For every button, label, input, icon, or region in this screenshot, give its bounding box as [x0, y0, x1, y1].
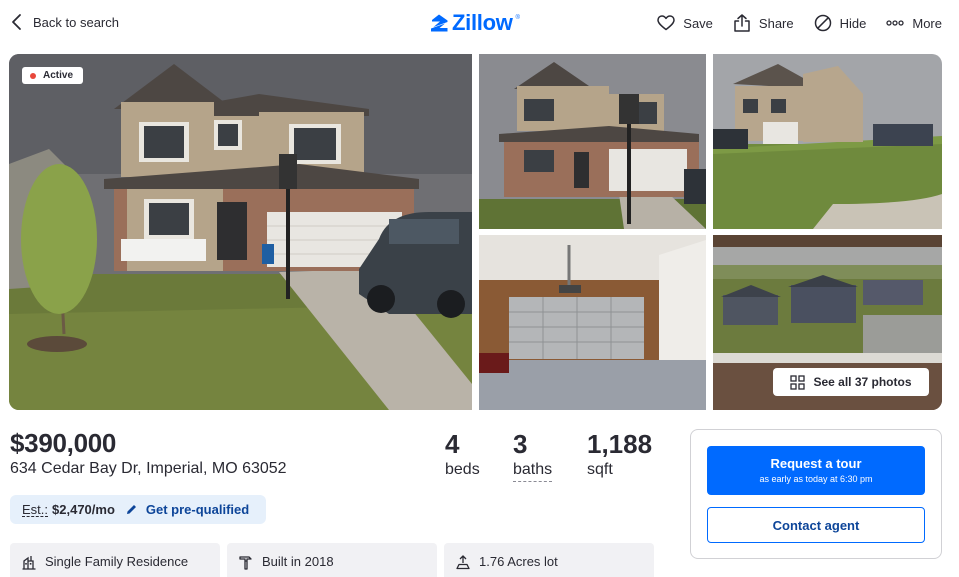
main-photo[interactable]: Active [9, 54, 472, 410]
photo-thumbnail-1[interactable] [479, 54, 706, 229]
sqft-label: sqft [587, 461, 613, 478]
zillow-logo-icon [431, 14, 448, 32]
top-bar: Back to search Zillow ® Save Share Hide … [0, 0, 959, 48]
home-type-label: Single Family Residence [45, 554, 189, 569]
baths-fact[interactable]: 3 baths [513, 429, 553, 482]
chip-year-built: Built in 2018 [227, 543, 437, 577]
monthly-estimate: Est.: $2,470/mo Get pre-qualified [10, 495, 266, 524]
photo-gallery: Active See all 37 photos [9, 54, 942, 410]
status-label: Active [43, 70, 74, 81]
grid-icon [790, 374, 806, 390]
pencil-icon [126, 505, 136, 514]
more-icon [886, 20, 905, 26]
listing-actions: Save Share Hide More [656, 13, 942, 33]
share-button[interactable]: Share [732, 13, 794, 33]
house-front-photo [9, 54, 472, 410]
chevron-left-icon [12, 14, 21, 30]
hammer-icon [239, 556, 252, 570]
listing-price: $390,000 [10, 428, 117, 458]
sqft-fact: 1,188 sqft [587, 430, 652, 479]
request-tour-button[interactable]: Request a tour as early as today at 6:30… [707, 446, 925, 495]
more-label: More [912, 15, 942, 31]
request-tour-sublabel: as early as today at 6:30 pm [759, 474, 873, 484]
get-pre-qualified-link[interactable]: Get pre-qualified [146, 502, 249, 517]
beds-fact: 4 beds [445, 430, 480, 479]
estimate-label[interactable]: Est.: [22, 503, 49, 517]
back-label: Back to search [33, 14, 119, 30]
house-side-yard-photo [713, 54, 942, 229]
heart-icon [657, 15, 676, 31]
listing-address: 634 Cedar Bay Dr, Imperial, MO 63052 [10, 460, 287, 477]
zillow-logo[interactable]: Zillow ® [429, 12, 520, 34]
lot-size-label: 1.76 Acres lot [479, 554, 558, 569]
share-label: Share [758, 15, 794, 31]
back-to-search-link[interactable]: Back to search [10, 13, 119, 31]
sqft-value: 1,188 [587, 429, 653, 459]
see-all-photos-button[interactable]: See all 37 photos [773, 368, 929, 396]
save-label: Save [683, 15, 713, 31]
status-badge: Active [22, 67, 84, 84]
contact-card: Request a tour as early as today at 6:30… [690, 429, 942, 559]
house-front-photo-2 [479, 54, 706, 229]
lot-size-icon [456, 555, 470, 570]
more-button[interactable]: More [885, 13, 942, 33]
fact-chips: Single Family Residence Built in 2018 1.… [10, 543, 654, 577]
hide-button[interactable]: Hide [813, 13, 867, 33]
request-tour-label: Request a tour [770, 456, 862, 471]
garage-interior-photo [479, 235, 706, 410]
estimate-value: $2,470/mo [52, 502, 115, 517]
hide-icon [814, 14, 831, 32]
share-icon [734, 14, 750, 32]
contact-agent-button[interactable]: Contact agent [707, 507, 925, 543]
hide-label: Hide [839, 15, 867, 31]
beds-value: 4 [445, 429, 460, 459]
chip-lot-size: 1.76 Acres lot [444, 543, 654, 577]
photo-thumbnail-3[interactable] [479, 235, 706, 410]
beds-label: beds [445, 461, 480, 478]
year-built-label: Built in 2018 [262, 554, 334, 569]
save-button[interactable]: Save [656, 13, 713, 33]
baths-value: 3 [513, 429, 528, 459]
photo-thumbnail-2[interactable] [713, 54, 942, 229]
status-dot-icon [30, 72, 36, 79]
baths-label[interactable]: baths [513, 461, 553, 482]
logo-trademark: ® [515, 15, 520, 21]
building-icon [22, 556, 36, 570]
see-all-label: See all 37 photos [813, 375, 912, 389]
logo-text: Zillow [452, 10, 513, 35]
chip-home-type: Single Family Residence [10, 543, 220, 577]
